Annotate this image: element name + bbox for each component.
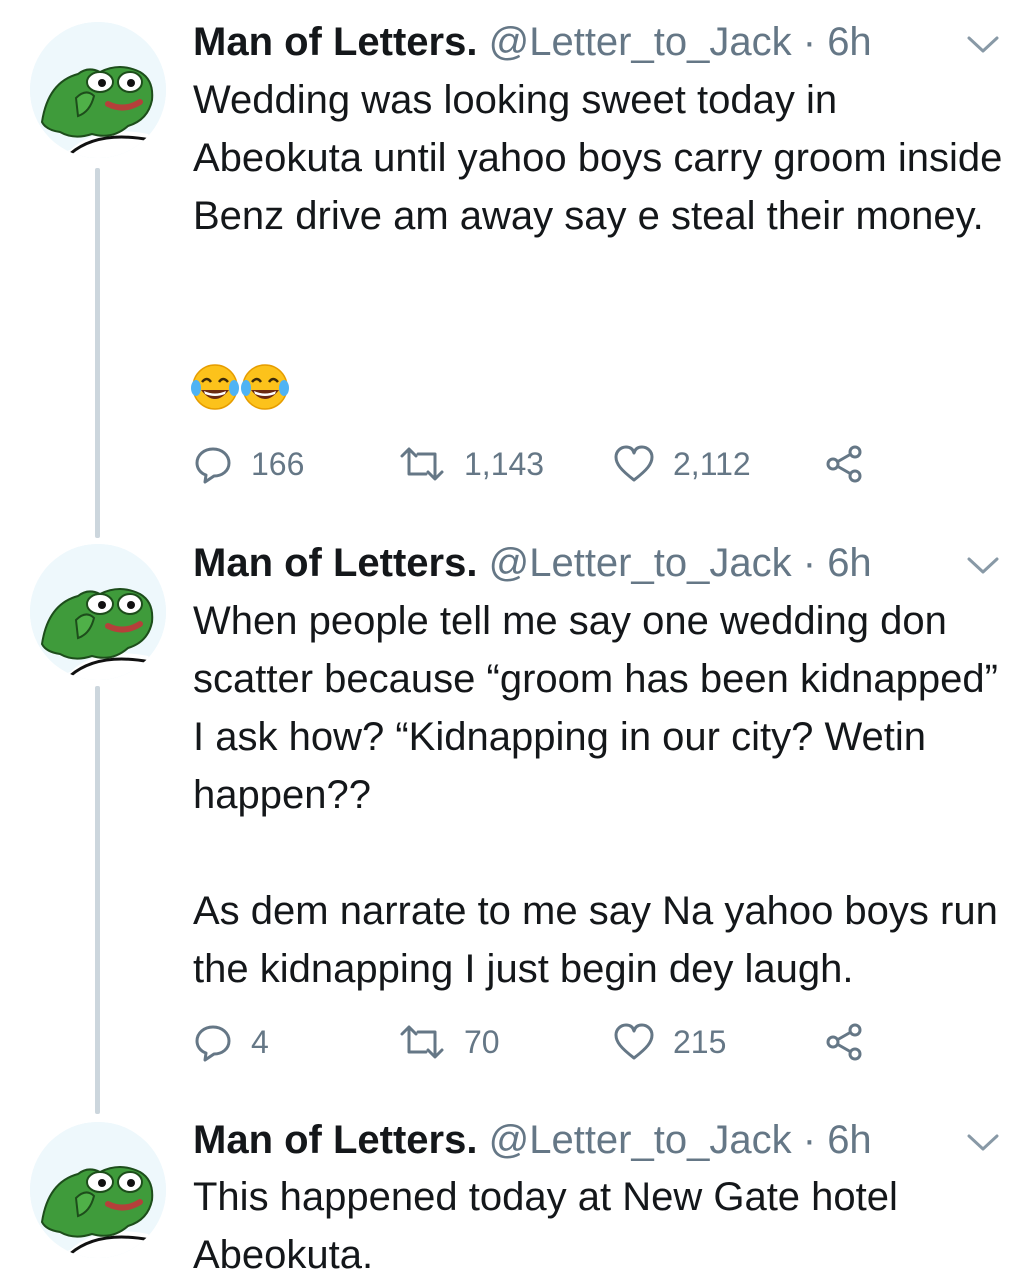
display-name[interactable]: Man of Letters. <box>193 20 477 64</box>
share-icon <box>826 1023 862 1061</box>
pepe-frog-avatar-icon <box>30 544 166 680</box>
tweet-header: Man of Letters. @Letter_to_Jack · 6h <box>193 538 872 588</box>
tweet-actions: 4 70 215 <box>193 1020 893 1064</box>
tweet[interactable]: Man of Letters. @Letter_to_Jack · 6h Whe… <box>0 520 1035 1100</box>
reply-button[interactable]: 4 <box>193 1020 269 1064</box>
tweet[interactable]: Man of Letters. @Letter_to_Jack · 6h Wed… <box>0 0 1035 520</box>
share-icon <box>826 445 862 483</box>
chevron-down-icon[interactable] <box>966 34 1000 56</box>
reply-button[interactable]: 166 <box>193 442 304 486</box>
emoji-row <box>190 360 290 419</box>
tears-of-joy-emoji-icon <box>191 364 289 410</box>
heart-icon <box>614 1023 654 1060</box>
avatar[interactable] <box>30 544 166 680</box>
retweet-button[interactable]: 1,143 <box>398 442 544 486</box>
tweet-timestamp[interactable]: 6h <box>827 20 872 64</box>
share-button[interactable] <box>823 442 865 486</box>
reply-count: 166 <box>251 445 305 482</box>
user-handle[interactable]: @Letter_to_Jack <box>489 541 792 585</box>
like-button[interactable]: 2,112 <box>613 442 751 486</box>
tweet-actions: 166 1,143 2,112 <box>193 442 893 486</box>
pepe-frog-avatar-icon <box>30 22 166 158</box>
retweet-button[interactable]: 70 <box>398 1020 500 1064</box>
share-button[interactable] <box>823 1020 865 1064</box>
tweet-text: Wedding was looking sweet today in Abeok… <box>193 78 1003 238</box>
reply-count: 4 <box>251 1023 269 1060</box>
tweet-timestamp[interactable]: 6h <box>827 1118 872 1162</box>
retweet-icon <box>400 1025 444 1059</box>
like-button[interactable]: 215 <box>613 1020 726 1064</box>
chevron-down-icon[interactable] <box>966 1132 1000 1154</box>
tweet-text: When people tell me say one wedding don … <box>193 599 998 991</box>
tweet-header: Man of Letters. @Letter_to_Jack · 6h <box>193 1115 872 1165</box>
retweet-count: 1,143 <box>464 445 545 482</box>
separator-dot: · <box>802 541 817 585</box>
reply-icon <box>195 447 231 484</box>
avatar[interactable] <box>30 22 166 158</box>
tweet[interactable]: Man of Letters. @Letter_to_Jack · 6h Thi… <box>0 1100 1035 1280</box>
pepe-frog-avatar-icon <box>30 1122 166 1258</box>
retweet-icon <box>400 447 444 481</box>
retweet-count: 70 <box>464 1023 500 1060</box>
display-name[interactable]: Man of Letters. <box>193 1118 477 1162</box>
tweet-timestamp[interactable]: 6h <box>827 541 872 585</box>
separator-dot: · <box>802 1118 817 1162</box>
like-count: 2,112 <box>673 445 751 482</box>
tweet-header: Man of Letters. @Letter_to_Jack · 6h <box>193 17 872 67</box>
heart-icon <box>614 445 654 482</box>
separator-dot: · <box>802 20 817 64</box>
user-handle[interactable]: @Letter_to_Jack <box>489 1118 792 1162</box>
tweet-text: This happened today at New Gate hotel Ab… <box>193 1175 898 1277</box>
display-name[interactable]: Man of Letters. <box>193 541 477 585</box>
user-handle[interactable]: @Letter_to_Jack <box>489 20 792 64</box>
reply-icon <box>195 1025 231 1062</box>
like-count: 215 <box>673 1023 727 1060</box>
chevron-down-icon[interactable] <box>966 555 1000 577</box>
avatar[interactable] <box>30 1122 166 1258</box>
